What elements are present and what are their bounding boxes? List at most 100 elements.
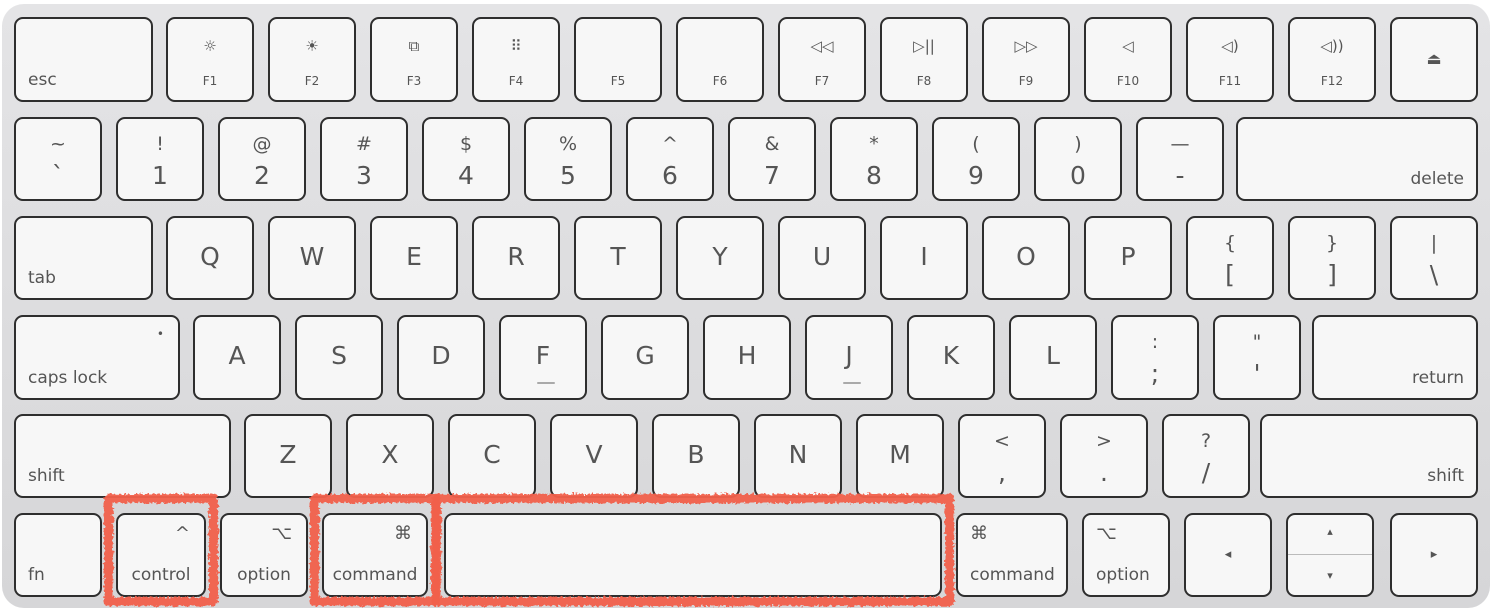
key-b[interactable]: B xyxy=(652,414,740,498)
command-icon: ⌘ xyxy=(970,523,988,544)
key-y[interactable]: Y xyxy=(676,216,764,300)
key-l[interactable]: L xyxy=(1009,315,1097,400)
key-char: K xyxy=(942,341,960,370)
key-f12[interactable]: ◁)) F12 xyxy=(1288,17,1376,102)
highlight-control xyxy=(104,494,218,606)
key-e[interactable]: E xyxy=(370,216,458,300)
key-x[interactable]: X xyxy=(346,414,434,498)
key-command[interactable]: command ⌘ xyxy=(956,513,1068,597)
key-sym[interactable]: #3 xyxy=(320,117,408,201)
key-char: E xyxy=(406,242,422,271)
key-char: 5 xyxy=(560,161,576,190)
key-label: F6 xyxy=(712,74,728,88)
key-s[interactable]: S xyxy=(295,315,383,400)
key-sym[interactable]: & 7 xyxy=(728,117,816,201)
key-h[interactable]: H xyxy=(703,315,791,400)
key-arrow-right[interactable]: ▸ xyxy=(1390,513,1478,597)
key-p[interactable]: P xyxy=(1084,216,1172,300)
key-sym[interactable]: :; xyxy=(1111,315,1199,400)
key-sym[interactable]: | \ xyxy=(1390,216,1478,300)
key-r[interactable]: R xyxy=(472,216,560,300)
key-shift-char: ( xyxy=(972,133,980,155)
key-o[interactable]: O xyxy=(982,216,1070,300)
key-eject[interactable]: ⏏ xyxy=(1390,17,1478,102)
key-option[interactable]: option ⌥ xyxy=(1082,513,1170,597)
key-esc[interactable]: esc xyxy=(14,17,153,102)
key-sym[interactable]: (9 xyxy=(932,117,1020,201)
key-return[interactable]: return xyxy=(1312,315,1478,400)
key-sym[interactable]: % 5 xyxy=(524,117,612,201)
mute-icon: ◁ xyxy=(1122,37,1134,55)
key-sym[interactable]: >. xyxy=(1060,414,1148,498)
key-caps-lock[interactable]: caps lock • xyxy=(14,315,180,400)
key-m[interactable]: M xyxy=(856,414,944,498)
key-f4[interactable]: ⠿ F4 xyxy=(472,17,560,102)
key-delete[interactable]: delete xyxy=(1236,117,1478,201)
key-option[interactable]: option ⌥ xyxy=(220,513,308,597)
key-j[interactable]: J xyxy=(805,315,893,400)
key-f3[interactable]: ⧉ F3 xyxy=(370,17,458,102)
key-sym[interactable]: ^ 6 xyxy=(626,117,714,201)
brightness-down-icon: ☼ xyxy=(203,37,217,55)
key-char: U xyxy=(812,242,832,271)
key-k[interactable]: K xyxy=(907,315,995,400)
key-shift-char: @ xyxy=(252,133,272,155)
key-shift[interactable]: shift xyxy=(14,414,231,498)
key-i[interactable]: I xyxy=(880,216,968,300)
key-q[interactable]: Q xyxy=(166,216,254,300)
key-char: ; xyxy=(1150,359,1160,388)
key-f7[interactable]: ◁◁ F7 xyxy=(778,17,866,102)
key-n[interactable]: N xyxy=(754,414,842,498)
key-char: 1 xyxy=(152,161,168,190)
key-label: tab xyxy=(28,268,56,288)
key-v[interactable]: V xyxy=(550,414,638,498)
key-sym[interactable]: * 8 xyxy=(830,117,918,201)
key-shift-char: & xyxy=(764,133,780,155)
key-w[interactable]: W xyxy=(268,216,356,300)
key-shift[interactable]: shift xyxy=(1260,414,1478,498)
key-sym[interactable]: {[ xyxy=(1186,216,1274,300)
key-char: S xyxy=(331,341,347,370)
key-sym[interactable]: — - xyxy=(1136,117,1224,201)
key-shift-char: % xyxy=(558,133,578,155)
key-char: \ xyxy=(1429,260,1439,289)
key-sym[interactable]: ! 1 xyxy=(116,117,204,201)
key-f11[interactable]: ◁) F11 xyxy=(1186,17,1274,102)
key-tab[interactable]: tab xyxy=(14,216,153,300)
key-f6[interactable]: F6 xyxy=(676,17,764,102)
key-arrow-up-down[interactable]: ▴ ▾ xyxy=(1286,513,1374,597)
key-label: F10 xyxy=(1116,74,1140,88)
key-g[interactable]: G xyxy=(601,315,689,400)
key-f8[interactable]: ▷|| F8 xyxy=(880,17,968,102)
key-sym[interactable]: @2 xyxy=(218,117,306,201)
key-sym[interactable]: }] xyxy=(1288,216,1376,300)
key-a[interactable]: A xyxy=(193,315,281,400)
key-f1[interactable]: ☼ F1 xyxy=(166,17,254,102)
key-label: shift xyxy=(28,466,65,486)
key-char: B xyxy=(687,440,705,469)
key-t[interactable]: T xyxy=(574,216,662,300)
key-f[interactable]: F xyxy=(499,315,587,400)
key-sym[interactable]: ? / xyxy=(1162,414,1250,498)
key-shift-char: : xyxy=(1151,331,1159,353)
key-f5[interactable]: F5 xyxy=(574,17,662,102)
key-arrow-left[interactable]: ◂ xyxy=(1184,513,1272,597)
key-sym[interactable]: <, xyxy=(958,414,1046,498)
key-sym[interactable]: " ' xyxy=(1213,315,1301,400)
key-char: N xyxy=(788,440,808,469)
key-char: , xyxy=(998,458,1006,487)
key-sym[interactable]: ) 0 xyxy=(1034,117,1122,201)
key-f2[interactable]: ☀ F2 xyxy=(268,17,356,102)
key-sym[interactable]: ~ ` xyxy=(14,117,102,201)
key-u[interactable]: U xyxy=(778,216,866,300)
eject-icon: ⏏ xyxy=(1426,49,1442,68)
key-c[interactable]: C xyxy=(448,414,536,498)
key-sym[interactable]: $4 xyxy=(422,117,510,201)
key-f10[interactable]: ◁ F10 xyxy=(1084,17,1172,102)
key-d[interactable]: D xyxy=(397,315,485,400)
key-f9[interactable]: ▷▷ F9 xyxy=(982,17,1070,102)
key-shift-char: # xyxy=(356,133,372,155)
key-shift-char: | xyxy=(1430,232,1438,254)
key-z[interactable]: Z xyxy=(244,414,332,498)
key-fn[interactable]: fn xyxy=(14,513,102,597)
